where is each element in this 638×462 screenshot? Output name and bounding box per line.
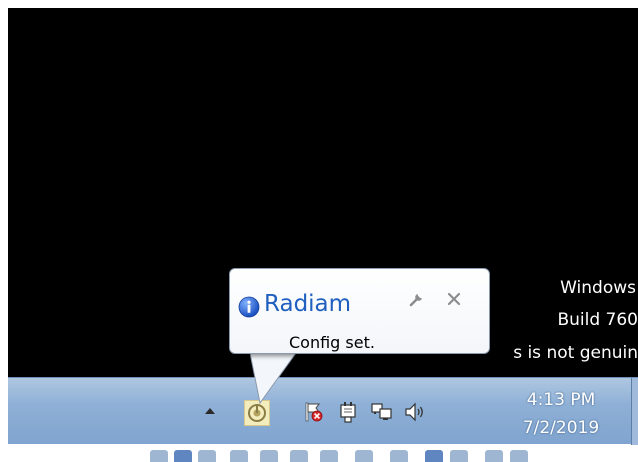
network-icon[interactable] [370, 400, 392, 422]
power-plug-icon[interactable] [336, 400, 358, 423]
screen: Windows Build 760 s is not genuin 4:13 P… [0, 0, 638, 462]
notification-message: Config set. [289, 333, 375, 352]
taskbar: 4:13 PM 7/2/2019 [8, 377, 638, 445]
watermark-line-1: Windows [560, 278, 636, 298]
show-hidden-icons-arrow[interactable] [205, 408, 215, 414]
balloon-pointer [250, 353, 297, 405]
watermark-line-2: Build 760 [557, 310, 638, 330]
taskbar-overflow-strip [150, 450, 530, 462]
show-desktop-button[interactable] [631, 378, 638, 445]
clock-date: 7/2/2019 [522, 418, 600, 438]
close-icon[interactable] [446, 291, 462, 307]
info-icon [238, 296, 260, 318]
notification-title: Radiam [264, 291, 352, 317]
clock-time: 4:13 PM [526, 390, 596, 410]
system-clock[interactable]: 4:13 PM 7/2/2019 [513, 386, 609, 442]
notification-balloon[interactable]: Radiam Config set. [229, 268, 490, 354]
watermark-line-3: s is not genuin [513, 343, 638, 363]
wrench-icon[interactable] [408, 290, 426, 308]
action-center-flag-icon[interactable] [302, 400, 324, 422]
volume-icon[interactable] [403, 400, 425, 422]
